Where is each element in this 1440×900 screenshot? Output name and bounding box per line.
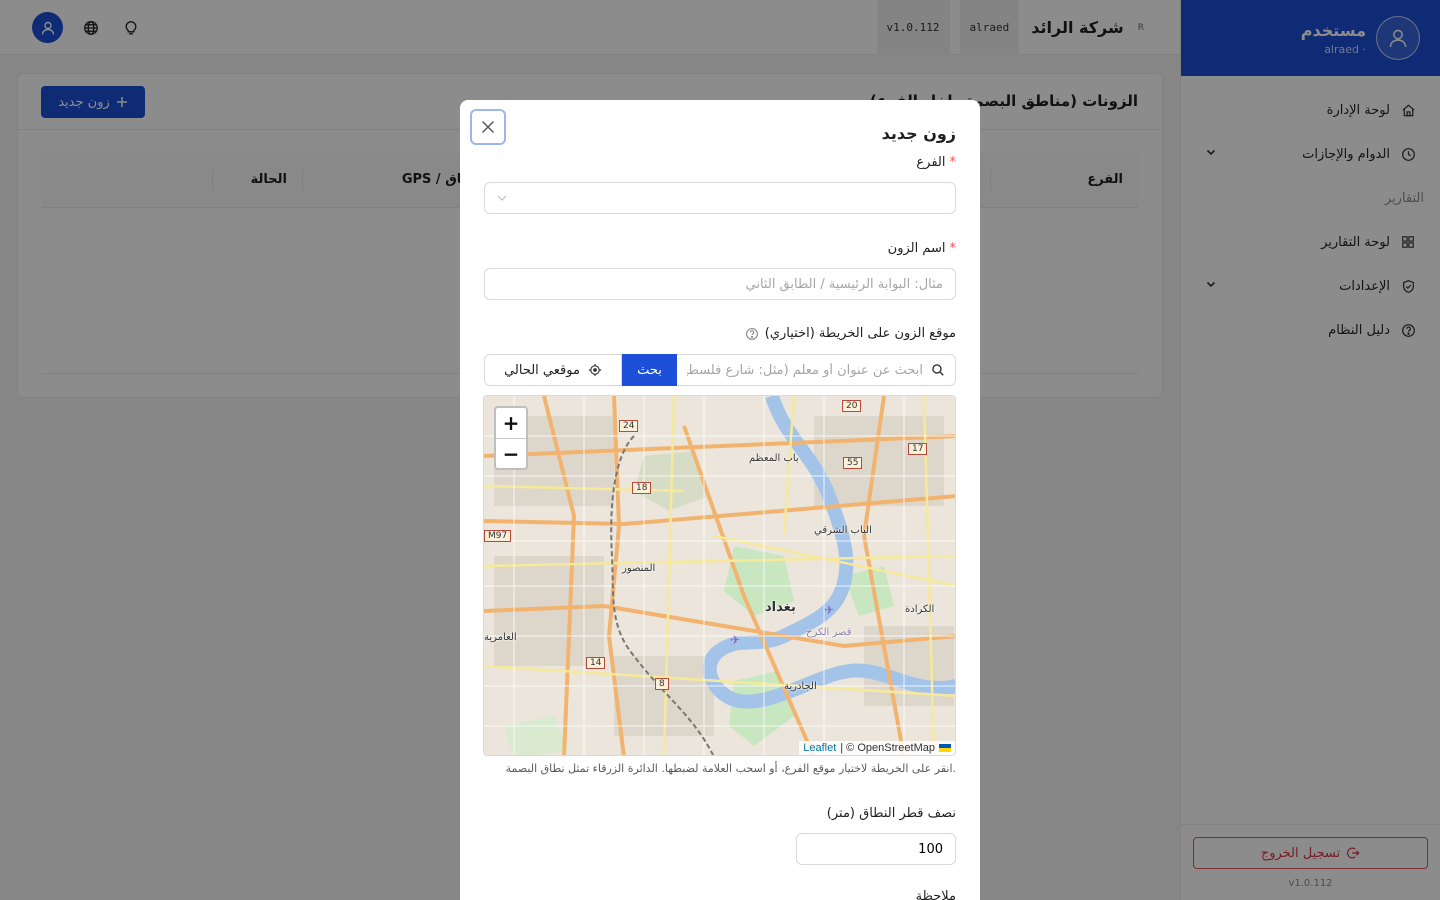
modal-title: زون جديد [881,124,956,143]
map-search-row: موقعي الحالي بحث [484,354,956,386]
svg-text:✈: ✈ [730,633,740,647]
map-place-label: قصر الكرخ [806,627,852,638]
map-container[interactable]: ✈ ✈ باب المعظم الباب الشرقي المنصور بغدا… [483,395,956,756]
zoom-in-button[interactable]: + [496,408,526,438]
address-search-input[interactable] [677,355,955,385]
close-icon [482,121,494,133]
map-place-label: العامرية [484,632,517,643]
crosshair-icon [588,363,602,377]
zone-name-label: اسم الزون * [888,241,956,256]
road-shield: 8 [655,678,669,690]
help-circle-icon[interactable] [745,327,759,341]
note-label: ملاحظة [915,889,956,900]
road-shield: 24 [619,420,639,432]
radius-label: نصف قطر النطاق (متر) [826,806,956,821]
map-place-label: بغداد [765,600,796,615]
road-shield: M97 [484,530,512,542]
zone-name-input[interactable] [484,268,956,300]
road-shield: 14 [586,657,606,669]
my-location-label: موقعي الحالي [504,362,580,378]
map-place-label: الجادرية [784,681,817,692]
map-place-label: باب المعظم [749,453,799,464]
map-attribution: Leaflet | © OpenStreetMap [799,741,955,755]
osm-attribution[interactable]: | © OpenStreetMap [840,742,935,754]
branch-label-text: الفرع [916,155,946,170]
required-mark: * [949,155,957,170]
radius-input[interactable] [796,833,956,865]
map-hint: انقر على الخريطة لاختيار موقع الفرع، أو … [505,762,956,775]
my-location-button[interactable]: موقعي الحالي [484,354,622,386]
leaflet-link[interactable]: Leaflet [803,742,836,754]
map-place-label: المنصور [622,563,656,574]
map-zoom-control: + − [494,406,528,470]
road-shield: 17 [908,443,928,455]
ukraine-flag-icon [939,744,951,752]
map-tiles: ✈ ✈ [484,396,955,755]
new-zone-modal: زون جديد الفرع* اسم الزون* موقع الزون عل… [460,100,980,900]
map-place-label: الكرادة [905,604,935,615]
road-shield: 18 [632,482,652,494]
chevron-down-icon [497,195,507,201]
required-mark: * [949,241,957,256]
road-shield: 20 [842,400,862,412]
branch-select[interactable] [484,182,956,214]
map-location-label: موقع الزون على الخريطة (اختياري) [745,326,956,341]
road-shield: 55 [843,457,863,469]
zoom-out-button[interactable]: − [496,438,526,468]
close-modal-button[interactable] [470,109,506,145]
branch-label: الفرع * [916,155,956,170]
map-place-label: الباب الشرقي [814,525,872,536]
zone-name-label-text: اسم الزون [887,241,946,256]
address-search-field [677,354,956,386]
search-icon [932,364,944,376]
search-button[interactable]: بحث [622,354,677,386]
svg-text:✈: ✈ [824,603,834,617]
map-location-label-text: موقع الزون على الخريطة (اختياري) [764,326,956,341]
